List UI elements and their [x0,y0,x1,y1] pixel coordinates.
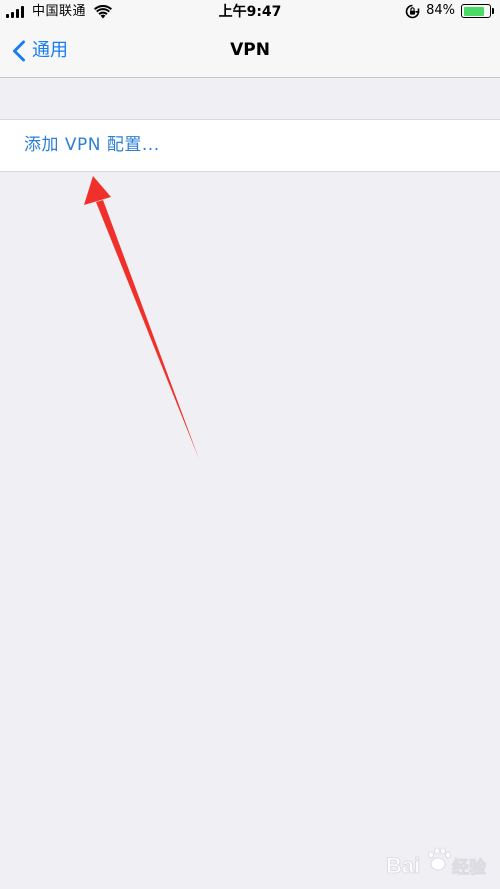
battery-icon [461,4,491,18]
status-bar: 中国联通 上午9:47 84% [0,0,500,26]
arrow-head [84,176,111,205]
battery-tip [492,8,494,14]
baidu-watermark-logo: Bai 经验 [386,847,487,879]
svg-text:经验: 经验 [452,857,487,878]
navigation-bar: 通用 VPN [0,26,500,78]
status-right: 84% [405,3,494,19]
page-title: VPN [230,40,270,60]
battery-percent: 84% [426,3,455,18]
vpn-settings-group: 添加 VPN 配置... [0,119,500,172]
rotation-lock-icon [405,4,420,18]
svg-text:Bai: Bai [386,853,420,878]
add-vpn-configuration-button[interactable]: 添加 VPN 配置... [24,134,160,156]
battery-fill [463,6,485,16]
arrow-shaft [96,200,199,459]
